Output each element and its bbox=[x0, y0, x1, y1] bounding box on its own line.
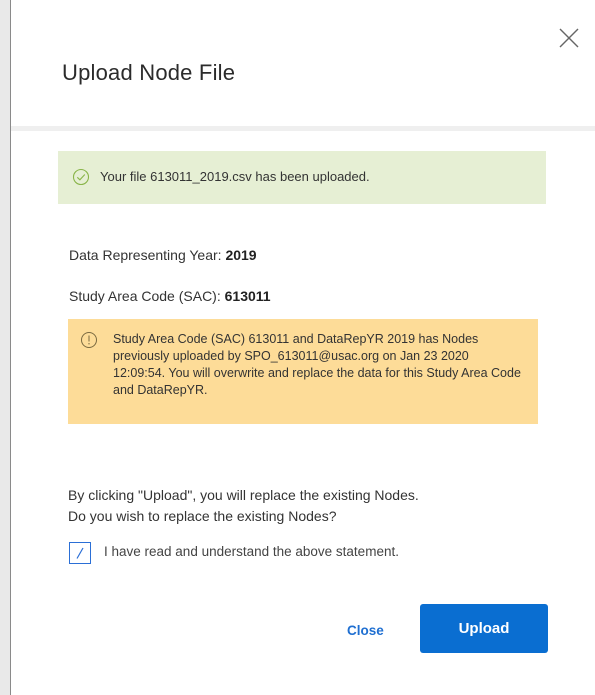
upload-success-banner: Your file 613011_2019.csv has been uploa… bbox=[58, 151, 546, 204]
close-button[interactable]: Close bbox=[347, 623, 384, 638]
data-year-value: 2019 bbox=[225, 247, 257, 263]
dialog-header: Upload Node File bbox=[11, 0, 595, 131]
overwrite-warning-banner: Study Area Code (SAC) 613011 and DataRep… bbox=[68, 319, 538, 424]
statement-line-2: Do you wish to replace the existing Node… bbox=[68, 508, 337, 524]
acknowledge-checkbox[interactable] bbox=[69, 542, 91, 564]
checkmark-icon bbox=[76, 547, 84, 559]
acknowledge-label: I have read and understand the above sta… bbox=[104, 544, 399, 559]
sac-line: Study Area Code (SAC): 613011 bbox=[69, 288, 271, 304]
info-circle-icon bbox=[81, 332, 97, 348]
data-year-line: Data Representing Year: 2019 bbox=[69, 247, 257, 263]
check-circle-icon bbox=[72, 168, 90, 186]
success-message: Your file 613011_2019.csv has been uploa… bbox=[100, 169, 370, 184]
upload-button[interactable]: Upload bbox=[420, 604, 548, 653]
warning-text: Study Area Code (SAC) 613011 and DataRep… bbox=[113, 332, 521, 397]
sac-label: Study Area Code (SAC): bbox=[69, 288, 225, 304]
sac-value: 613011 bbox=[224, 288, 271, 304]
statement-line-1: By clicking "Upload", you will replace t… bbox=[68, 487, 419, 503]
upload-node-file-dialog: Upload Node File Your file 613011_2019.c… bbox=[10, 0, 595, 695]
close-icon[interactable] bbox=[557, 26, 581, 50]
dialog-title: Upload Node File bbox=[62, 60, 236, 85]
replace-statement: By clicking "Upload", you will replace t… bbox=[68, 485, 419, 527]
data-year-label: Data Representing Year: bbox=[69, 247, 226, 263]
